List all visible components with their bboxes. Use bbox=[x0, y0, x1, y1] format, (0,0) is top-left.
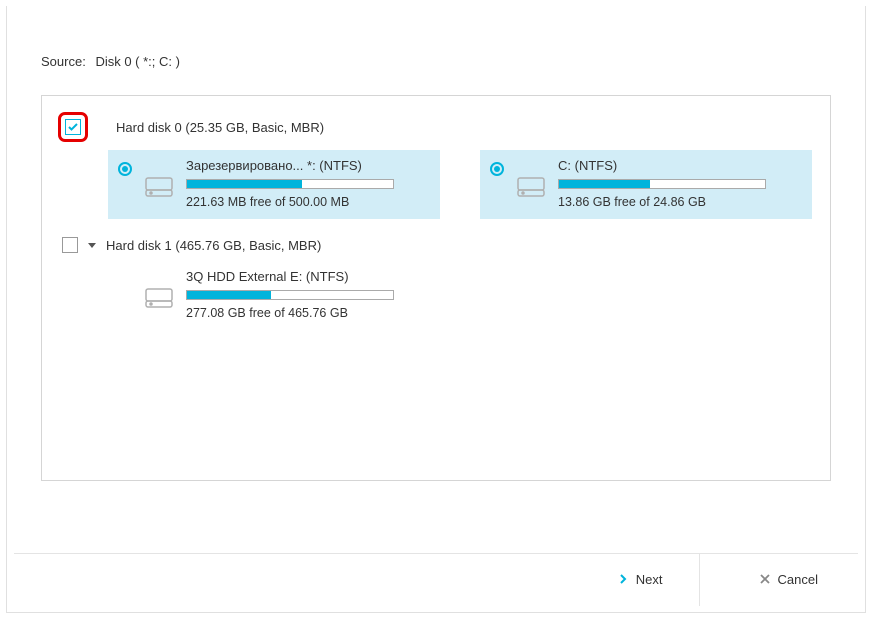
expand-caret-icon[interactable] bbox=[88, 243, 96, 248]
disk-label: Hard disk 0 (25.35 GB, Basic, MBR) bbox=[116, 120, 324, 135]
disk-checkbox[interactable] bbox=[62, 237, 78, 253]
disk-label: Hard disk 1 (465.76 GB, Basic, MBR) bbox=[106, 238, 321, 253]
disk-row[interactable]: Hard disk 0 (25.35 GB, Basic, MBR) bbox=[58, 112, 814, 142]
source-value: Disk 0 ( *:; C: ) bbox=[95, 54, 180, 69]
cancel-button[interactable]: Cancel bbox=[748, 566, 830, 593]
partition-card[interactable]: C: (NTFS) 13.86 GB free of 24.86 GB bbox=[480, 150, 812, 219]
partition-free-text: 277.08 GB free of 465.76 GB bbox=[186, 306, 430, 320]
hdd-icon bbox=[144, 287, 174, 309]
partition-free-text: 221.63 MB free of 500.00 MB bbox=[186, 195, 430, 209]
source-label: Source: bbox=[41, 54, 86, 69]
footer-separator bbox=[699, 554, 700, 606]
partition-card[interactable]: Зарезервировано... *: (NTFS) 221.63 MB f… bbox=[108, 150, 440, 219]
partition-radio[interactable] bbox=[490, 162, 504, 176]
next-label: Next bbox=[636, 572, 663, 587]
usage-bar bbox=[186, 290, 394, 300]
hdd-icon bbox=[144, 176, 174, 198]
partition-title: 3Q HDD External E: (NTFS) bbox=[186, 269, 430, 284]
partitions-row: 3Q HDD External E: (NTFS) 277.08 GB free… bbox=[108, 261, 814, 330]
usage-bar bbox=[558, 179, 766, 189]
partition-card[interactable]: 3Q HDD External E: (NTFS) 277.08 GB free… bbox=[108, 261, 440, 330]
partition-title: C: (NTFS) bbox=[558, 158, 802, 173]
disk-panel: Hard disk 0 (25.35 GB, Basic, MBR) Зарез… bbox=[41, 95, 831, 481]
window-frame: Source: Disk 0 ( *:; C: ) Hard disk 0 (2… bbox=[6, 6, 866, 613]
partition-free-text: 13.86 GB free of 24.86 GB bbox=[558, 195, 802, 209]
highlight-annotation bbox=[58, 112, 88, 142]
partitions-row: Зарезервировано... *: (NTFS) 221.63 MB f… bbox=[108, 150, 814, 219]
cancel-label: Cancel bbox=[778, 572, 818, 587]
x-icon bbox=[760, 572, 770, 587]
footer: Next Cancel bbox=[14, 553, 858, 605]
next-button[interactable]: Next bbox=[606, 566, 675, 593]
usage-bar bbox=[186, 179, 394, 189]
partition-radio[interactable] bbox=[118, 162, 132, 176]
chevron-right-icon bbox=[618, 572, 628, 587]
source-line: Source: Disk 0 ( *:; C: ) bbox=[41, 54, 849, 69]
disk-row[interactable]: Hard disk 1 (465.76 GB, Basic, MBR) bbox=[62, 237, 814, 253]
partition-title: Зарезервировано... *: (NTFS) bbox=[186, 158, 430, 173]
disk-checkbox[interactable] bbox=[65, 119, 81, 135]
hdd-icon bbox=[516, 176, 546, 198]
